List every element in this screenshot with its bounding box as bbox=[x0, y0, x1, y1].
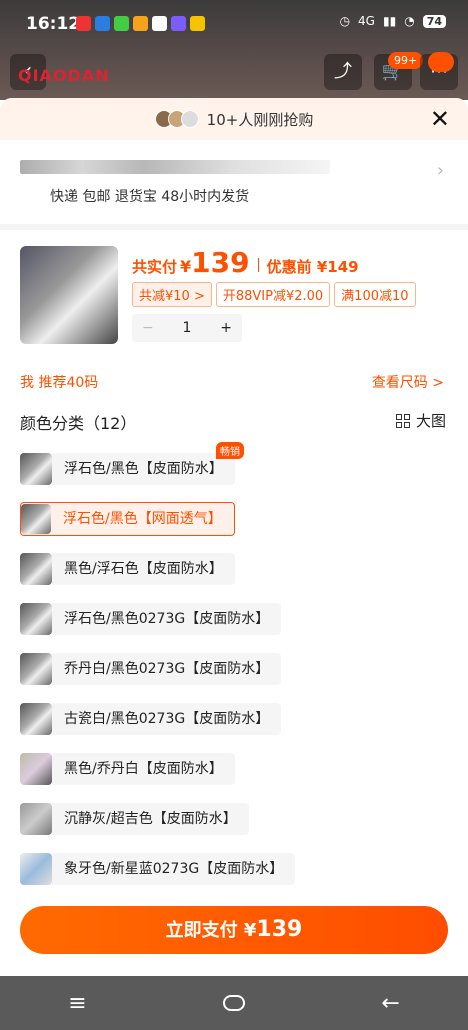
divider bbox=[257, 258, 259, 272]
option-thumbnail bbox=[20, 453, 52, 485]
grid-icon bbox=[395, 413, 410, 428]
big-view-label: 大图 bbox=[415, 412, 446, 430]
app-icon bbox=[114, 16, 129, 31]
back-arrow-icon[interactable]: ← bbox=[381, 991, 399, 1016]
option-label: 黑色/浮石色【皮面防水】 bbox=[52, 553, 235, 585]
pay-amount: 139 bbox=[256, 917, 303, 942]
option-thumbnail bbox=[20, 703, 52, 735]
cart-badge: 99+ bbox=[388, 52, 424, 69]
price-before: 优惠前 ¥149 bbox=[266, 258, 359, 276]
wifi-icon: ◔ bbox=[404, 14, 415, 28]
decrease-button[interactable]: − bbox=[142, 320, 154, 336]
option-label: 黑色/乔丹白【皮面防水】 bbox=[52, 753, 235, 785]
alarm-icon: ◷ bbox=[339, 14, 351, 28]
app-icon bbox=[133, 16, 148, 31]
color-option[interactable]: 浮石色/黑色【皮面防水】 畅销 bbox=[20, 442, 450, 486]
option-thumbnail bbox=[20, 803, 52, 835]
color-option[interactable]: 古瓷白/黑色0273G【皮面防水】 bbox=[20, 702, 450, 736]
price-row: 共实付 ¥ 139 优惠前 ¥149 bbox=[132, 246, 359, 279]
color-option[interactable]: 乔丹白/黑色0273G【皮面防水】 bbox=[20, 652, 450, 686]
option-thumbnail bbox=[21, 504, 51, 534]
signal-label: 4G bbox=[358, 14, 375, 28]
close-icon[interactable]: ✕ bbox=[430, 105, 450, 133]
color-option[interactable]: 浮石色/黑色0273G【皮面防水】 bbox=[20, 602, 450, 636]
delivery-info: 快递 包邮 退货宝 48小时内发货 bbox=[50, 189, 250, 205]
app-icon bbox=[152, 16, 167, 31]
avatar bbox=[180, 110, 199, 128]
quantity-stepper: − 1 + bbox=[132, 314, 242, 342]
discount-tags: 共减¥10 > 开88VIP减¥2.00 满100减10 bbox=[132, 282, 416, 307]
status-time: 16:12 bbox=[26, 14, 81, 34]
price-currency: ¥ bbox=[180, 257, 192, 276]
address-blurred bbox=[20, 160, 330, 174]
buyer-avatars bbox=[154, 110, 199, 128]
price-amount: 139 bbox=[191, 246, 250, 279]
message-badge bbox=[428, 52, 454, 72]
price-label: 共实付 bbox=[132, 258, 178, 276]
option-thumbnail bbox=[20, 603, 52, 635]
option-thumbnail bbox=[20, 653, 52, 685]
option-label: 乔丹白/黑色0273G【皮面防水】 bbox=[52, 653, 282, 685]
option-label: 浮石色/黑色0273G【皮面防水】 bbox=[52, 603, 282, 635]
option-label: 浮石色/黑色【皮面防水】 bbox=[52, 453, 235, 485]
system-nav-bar: ≡ ← bbox=[0, 976, 468, 1030]
product-image[interactable] bbox=[20, 246, 118, 344]
option-label: 古瓷白/黑色0273G【皮面防水】 bbox=[52, 703, 282, 735]
color-option[interactable]: 象牙色/新星蓝0273G【皮面防水】 bbox=[20, 852, 450, 886]
big-view-toggle[interactable]: 大图 bbox=[395, 410, 446, 431]
signal-icon: ▮▮ bbox=[382, 14, 397, 28]
color-option-selected[interactable]: 浮石色/黑色【网面透气】 bbox=[20, 502, 235, 536]
size-chart-link[interactable]: 查看尺码 > bbox=[372, 372, 444, 392]
status-right: ◷ 4G ▮▮ ◔ 74 bbox=[340, 14, 446, 28]
discount-tag[interactable]: 共减¥10 > bbox=[132, 282, 212, 307]
option-thumbnail bbox=[20, 553, 52, 585]
chevron-right-icon[interactable]: › bbox=[437, 160, 444, 181]
increase-button[interactable]: + bbox=[220, 320, 232, 336]
quantity-value[interactable]: 1 bbox=[183, 320, 192, 336]
purchase-sheet: 10+人刚刚抢购 ✕ 快递 包邮 退货宝 48小时内发货 › 共实付 ¥ 139… bbox=[0, 98, 468, 976]
discount-tag[interactable]: 开88VIP减¥2.00 bbox=[215, 282, 331, 307]
color-options: 浮石色/黑色【皮面防水】 畅销 浮石色/黑色【网面透气】 黑色/浮石色【皮面防水… bbox=[20, 442, 450, 902]
banner-text: 10+人刚刚抢购 bbox=[206, 110, 314, 129]
option-label: 沉静灰/超吉色【皮面防水】 bbox=[52, 803, 249, 835]
option-thumbnail bbox=[20, 853, 52, 885]
app-icon bbox=[95, 16, 110, 31]
pay-now-button[interactable]: 立即支付 ¥139 bbox=[20, 906, 448, 954]
divider bbox=[0, 224, 468, 230]
app-icon bbox=[76, 16, 91, 31]
color-option[interactable]: 黑色/浮石色【皮面防水】 bbox=[20, 552, 450, 586]
app-icon bbox=[190, 16, 205, 31]
option-thumbnail bbox=[20, 753, 52, 785]
color-section-title: 颜色分类（12） bbox=[20, 414, 137, 433]
battery-level: 74 bbox=[422, 14, 446, 28]
option-label: 浮石色/黑色【网面透气】 bbox=[63, 511, 222, 527]
brand-logo: QIAODAN bbox=[18, 66, 110, 85]
discount-tag[interactable]: 满100减10 bbox=[334, 282, 416, 307]
hot-badge: 畅销 bbox=[216, 442, 244, 459]
pay-label: 立即支付 ¥ bbox=[165, 920, 257, 941]
menu-icon[interactable]: ≡ bbox=[68, 991, 86, 1016]
status-app-icons bbox=[76, 16, 205, 31]
option-label: 象牙色/新星蓝0273G【皮面防水】 bbox=[52, 853, 296, 885]
status-bar: 16:12 ◷ 4G ▮▮ ◔ 74 bbox=[0, 0, 468, 46]
recommended-size[interactable]: 我 推荐40码 bbox=[20, 372, 98, 392]
home-icon[interactable] bbox=[223, 995, 245, 1011]
color-option[interactable]: 黑色/乔丹白【皮面防水】 bbox=[20, 752, 450, 786]
activity-banner: 10+人刚刚抢购 ✕ bbox=[0, 98, 468, 140]
color-option[interactable]: 沉静灰/超吉色【皮面防水】 bbox=[20, 802, 450, 836]
app-icon bbox=[171, 16, 186, 31]
share-button[interactable]: ⤴ bbox=[324, 54, 362, 90]
